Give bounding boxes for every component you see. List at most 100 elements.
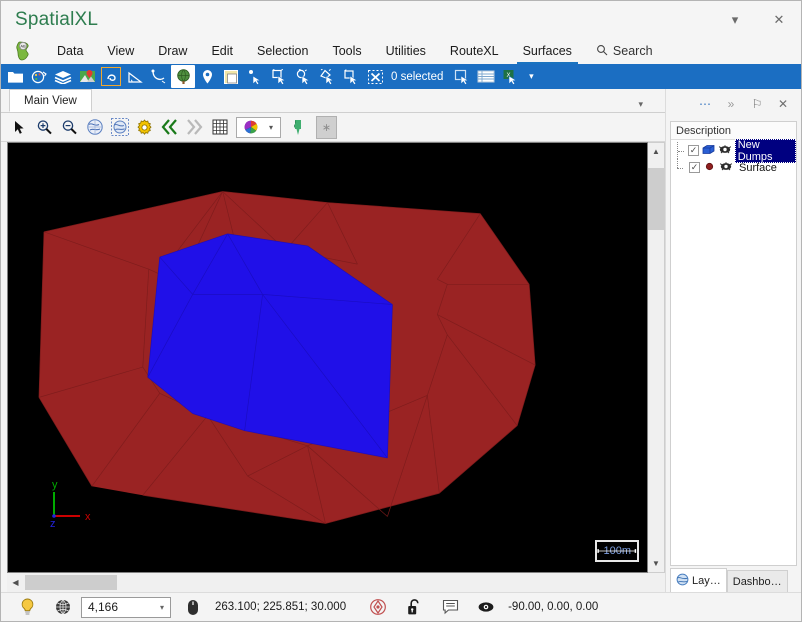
pointer-icon[interactable] — [7, 115, 32, 140]
chevron-down-icon[interactable]: ▾ — [154, 603, 170, 612]
zoom-out-icon[interactable] — [57, 115, 82, 140]
tree-connector — [677, 142, 685, 159]
select-lasso-icon[interactable] — [315, 65, 339, 88]
palette-globe-icon[interactable] — [27, 65, 51, 88]
more-options-icon[interactable]: ⋯ — [693, 93, 717, 115]
search-box[interactable]: Search — [584, 38, 665, 64]
close-panel-icon[interactable]: ✕ — [771, 93, 795, 115]
document-tabstrip: Main View ▾ — [1, 89, 665, 113]
measure-angle-icon[interactable] — [123, 65, 147, 88]
tree-connector — [677, 159, 686, 176]
table-view-icon[interactable] — [474, 65, 498, 88]
menu-item-surfaces[interactable]: Surfaces — [511, 38, 584, 64]
viewport-row: y x z 100m ▲ ▼ — [7, 142, 665, 573]
globe-icon[interactable] — [171, 65, 195, 88]
view-toolbar: ▾ ∗ — [1, 113, 665, 142]
layer-visibility-checkbox[interactable]: ✓ — [688, 145, 699, 156]
boundary-icon[interactable] — [99, 65, 123, 88]
hscroll-thumb[interactable] — [25, 575, 117, 590]
tab-layers[interactable]: Lay… — [670, 568, 727, 592]
menu-item-draw[interactable]: Draw — [146, 38, 199, 64]
scroll-up-icon[interactable]: ▲ — [648, 143, 664, 160]
duplicate-selection-icon[interactable] — [450, 65, 474, 88]
comment-icon[interactable] — [432, 599, 468, 615]
menu-item-edit[interactable]: Edit — [199, 38, 245, 64]
ribbon-overflow-caret[interactable]: ▾ — [522, 71, 540, 82]
grid-icon[interactable] — [207, 115, 232, 140]
chevron-down-icon[interactable]: ▾ — [263, 123, 279, 132]
select-point-icon[interactable] — [243, 65, 267, 88]
star-button[interactable]: ∗ — [316, 115, 337, 139]
clear-selection-icon[interactable] — [363, 65, 387, 88]
list-item[interactable]: ✓ New Dumps — [671, 138, 797, 163]
globe-icon — [676, 573, 689, 589]
export-excel-icon[interactable]: X — [498, 65, 522, 88]
menu-label: Draw — [158, 44, 188, 58]
page-layout-icon[interactable] — [219, 65, 243, 88]
viewport-container: y x z 100m ▲ ▼ ◀ — [1, 142, 665, 592]
zoom-level-value: 4,166 — [88, 600, 119, 614]
application-window: SpatialXL ▾ ✕ AB Data View Draw Edit Sel… — [0, 0, 802, 622]
zoom-in-icon[interactable] — [32, 115, 57, 140]
menu-item-utilities[interactable]: Utilities — [374, 38, 438, 64]
select-crop-icon[interactable] — [339, 65, 363, 88]
snap-target-icon[interactable] — [360, 598, 396, 616]
menu-item-view[interactable]: View — [95, 38, 146, 64]
open-folder-icon[interactable] — [3, 65, 27, 88]
location-pin-icon[interactable] — [195, 65, 219, 88]
layer-name[interactable]: Surface — [736, 162, 780, 174]
fast-forward-icon[interactable] — [182, 115, 207, 140]
menu-item-routexl[interactable]: RouteXL — [438, 38, 511, 64]
layer-visibility-checkbox[interactable]: ✓ — [689, 162, 700, 173]
layers-panel: ⋯ » ⚐ ✕ Description ✓ New Dumps ✓ Surfac… — [665, 89, 801, 592]
eye-icon[interactable] — [468, 601, 504, 613]
green-flag-icon[interactable] — [285, 115, 310, 140]
vscroll-thumb[interactable] — [648, 168, 664, 230]
viewport-vertical-scrollbar[interactable]: ▲ ▼ — [648, 142, 665, 573]
spatialxl-logo-icon[interactable]: AB — [1, 38, 45, 64]
scale-bar: 100m — [595, 540, 639, 562]
globe-wire-icon[interactable] — [45, 598, 81, 616]
menu-label: Utilities — [385, 44, 426, 58]
menu-item-data[interactable]: Data — [45, 38, 95, 64]
layers-list-header: Description — [671, 122, 796, 140]
map-pin-image-icon[interactable] — [75, 65, 99, 88]
globe-view-icon[interactable] — [82, 115, 107, 140]
eye-visible-icon[interactable] — [719, 161, 733, 175]
collapse-panel-icon[interactable]: » — [719, 93, 743, 115]
layers-stack-icon[interactable] — [51, 65, 75, 88]
scroll-down-icon[interactable]: ▼ — [648, 555, 664, 572]
chevron-down-icon[interactable]: ▾ — [638, 99, 643, 110]
menu-label: View — [107, 44, 135, 58]
unlocked-padlock-icon[interactable] — [396, 598, 432, 616]
vscroll-track[interactable] — [648, 160, 664, 555]
search-label: Search — [612, 44, 653, 58]
globe-select-icon[interactable] — [107, 115, 132, 140]
close-icon[interactable]: ✕ — [757, 1, 801, 38]
curve-tool-icon[interactable] — [147, 65, 171, 88]
rewind-icon[interactable] — [157, 115, 182, 140]
lightbulb-icon[interactable] — [9, 598, 45, 617]
menu-item-tools[interactable]: Tools — [320, 38, 373, 64]
tab-dashboard[interactable]: Dashbo… — [726, 570, 788, 592]
select-zoom-icon[interactable] — [291, 65, 315, 88]
color-scheme-combo[interactable]: ▾ — [236, 116, 281, 138]
list-item[interactable]: ✓ Surface — [671, 159, 796, 176]
settings-gear-icon[interactable] — [132, 115, 157, 140]
select-rectangle-icon[interactable] — [267, 65, 291, 88]
point-icon — [703, 161, 716, 175]
view-angles: -90.00, 0.00, 0.00 — [508, 601, 599, 613]
zoom-level-combo[interactable]: 4,166 ▾ — [81, 596, 171, 618]
scroll-left-icon[interactable]: ◀ — [7, 574, 24, 591]
magnifier-icon — [596, 44, 608, 59]
eye-visible-icon[interactable] — [718, 144, 732, 158]
tab-main-view[interactable]: Main View — [9, 89, 92, 112]
scale-bar-graphic — [597, 549, 637, 553]
viewport-horizontal-scrollbar[interactable]: ◀ — [7, 573, 665, 592]
3d-viewport[interactable]: y x z 100m — [7, 142, 648, 573]
minimize-icon[interactable]: ▾ — [713, 1, 757, 38]
menu-label: Tools — [332, 44, 362, 58]
pin-icon[interactable]: ⚐ — [745, 93, 769, 115]
menu-item-selection[interactable]: Selection — [245, 38, 320, 64]
layers-list: Description ✓ New Dumps ✓ Surface — [670, 121, 797, 566]
